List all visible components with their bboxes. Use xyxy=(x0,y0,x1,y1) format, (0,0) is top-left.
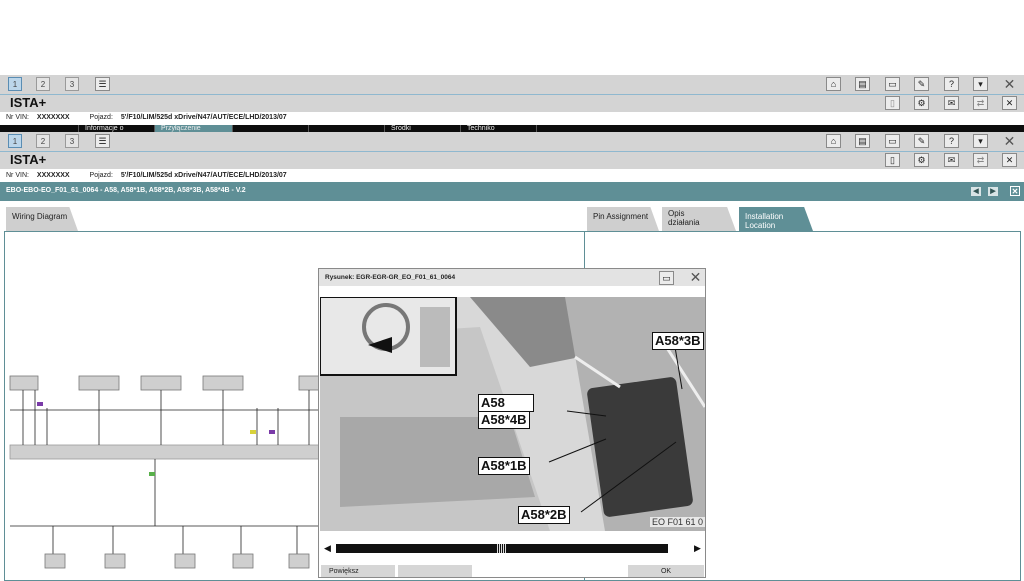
back-toolbar xyxy=(0,75,1024,94)
vin-label: Nr VIN: xyxy=(6,172,29,179)
back-tab-1[interactable]: 1 xyxy=(8,77,22,91)
dialog-close-icon[interactable]: ✕ xyxy=(688,270,703,284)
vehicle-label: Pojazd: xyxy=(89,114,113,121)
front-transfer-icon[interactable]: ⇄ xyxy=(973,153,988,167)
back-print-icon[interactable]: ▭ xyxy=(885,77,900,91)
tab-installation-location-label: Installation Location xyxy=(745,212,784,230)
front-mail-icon[interactable]: ✉ xyxy=(944,153,959,167)
front-dropdown-icon[interactable]: ▾ xyxy=(973,134,988,148)
back-overview-icon[interactable]: ▤ xyxy=(855,77,870,91)
vehicle-value: 5'/F10/LIM/525d xDrive/N47/AUT/ECE/LHD/2… xyxy=(120,172,287,179)
close-document-icon[interactable]: ✕ xyxy=(1010,186,1020,196)
back-wrench-icon[interactable]: ✎ xyxy=(914,77,929,91)
front-overview-icon[interactable]: ▤ xyxy=(855,134,870,148)
back-list-icon[interactable]: ☰ xyxy=(95,77,110,91)
back-vehicle-row: Nr VIN: XXXXXXX Pojazd: 5'/F10/LIM/525d … xyxy=(6,114,287,121)
front-wrench-icon[interactable]: ✎ xyxy=(914,134,929,148)
prev-document-icon[interactable]: ◀ xyxy=(971,187,981,196)
back-close-icon[interactable]: ✕ xyxy=(1002,77,1017,91)
front-close-icon[interactable]: ✕ xyxy=(1002,134,1017,148)
figure-image: A58*3B A58 A58*4B A58*1B A58*2B EO F01 6… xyxy=(320,297,705,531)
back-home-icon[interactable]: ⌂ xyxy=(826,77,841,91)
back-app-title: ISTA+ xyxy=(10,95,47,110)
back-title-bar xyxy=(0,95,1024,112)
document-title: EBO-EBO-EO_F01_61_0064 - A58, A58*1B, A5… xyxy=(6,187,246,194)
dialog-print-icon[interactable]: ▭ xyxy=(659,271,674,285)
tab-pin-assignment-label: Pin Assignment xyxy=(593,212,649,221)
document-header: EBO-EBO-EO_F01_61_0064 - A58, A58*1B, A5… xyxy=(0,182,1024,201)
dialog-title-bar: Rysunek: EGR-EGR-GR_EO_F01_61_0064 xyxy=(319,269,705,286)
dialog-title: Rysunek: EGR-EGR-GR_EO_F01_61_0064 xyxy=(325,274,456,281)
back-transfer-icon[interactable]: ⇄ xyxy=(973,96,988,110)
front-tab-1[interactable]: 1 xyxy=(8,134,22,148)
scroll-left-icon[interactable]: ◀ xyxy=(324,543,331,554)
back-document-icon[interactable]: ▯ xyxy=(885,96,900,110)
front-tab-3[interactable]: 3 xyxy=(65,134,79,148)
back-tab-2[interactable]: 2 xyxy=(36,77,50,91)
next-document-icon[interactable]: ▶ xyxy=(988,187,998,196)
callout-a58-2b: A58*2B xyxy=(518,506,570,524)
callout-a58-4b: A58*4B xyxy=(478,411,530,429)
front-title-bar xyxy=(0,152,1024,169)
tab-installation-location[interactable]: Installation Location xyxy=(739,207,813,231)
scroll-right-icon[interactable]: ▶ xyxy=(694,543,701,554)
vin-value: XXXXXXX xyxy=(36,114,70,121)
tab-pin-assignment[interactable]: Pin Assignment xyxy=(587,207,659,231)
front-toolbar xyxy=(0,132,1024,151)
back-dropdown-icon[interactable]: ▾ xyxy=(973,77,988,91)
secondary-button[interactable] xyxy=(398,565,472,577)
back-help-icon[interactable]: ? xyxy=(944,77,959,91)
back-gear-icon[interactable]: ⚙ xyxy=(914,96,929,110)
figure-code: EO F01 61 0 xyxy=(649,517,705,527)
front-home-icon[interactable]: ⌂ xyxy=(826,134,841,148)
front-help-icon[interactable]: ? xyxy=(944,134,959,148)
tab-wiring-diagram[interactable]: Wiring Diagram xyxy=(6,207,78,231)
front-print-icon[interactable]: ▭ xyxy=(885,134,900,148)
front-close-icon-2[interactable]: ✕ xyxy=(1002,153,1017,167)
tab-function-description-label: Opis działania xyxy=(668,209,700,227)
back-close-icon-2[interactable]: ✕ xyxy=(1002,96,1017,110)
tab-function-description[interactable]: Opis działania xyxy=(662,207,736,231)
front-tab-2[interactable]: 2 xyxy=(36,134,50,148)
vin-label: Nr VIN: xyxy=(6,114,29,121)
scrollbar-thumb-grip[interactable] xyxy=(496,544,506,553)
callout-a58-3b: A58*3B xyxy=(652,332,704,350)
front-document-icon[interactable]: ▯ xyxy=(885,153,900,167)
scrollbar-track[interactable] xyxy=(336,544,668,553)
zoom-button[interactable]: Powiększ xyxy=(321,565,395,577)
callout-a58: A58 xyxy=(478,394,534,412)
vehicle-label: Pojazd: xyxy=(89,172,113,179)
horizontal-scrollbar[interactable]: ◀ ▶ xyxy=(320,541,705,555)
tab-wiring-diagram-label: Wiring Diagram xyxy=(12,212,68,221)
back-tab-3[interactable]: 3 xyxy=(65,77,79,91)
front-gear-icon[interactable]: ⚙ xyxy=(914,153,929,167)
front-app-title: ISTA+ xyxy=(10,152,47,167)
figure-dialog: Rysunek: EGR-EGR-GR_EO_F01_61_0064 ▭ ✕ A… xyxy=(318,268,706,578)
ok-button[interactable]: OK xyxy=(628,565,704,577)
vehicle-value: 5'/F10/LIM/525d xDrive/N47/AUT/ECE/LHD/2… xyxy=(120,114,287,121)
front-list-icon[interactable]: ☰ xyxy=(95,134,110,148)
back-mail-icon[interactable]: ✉ xyxy=(944,96,959,110)
callout-a58-1b: A58*1B xyxy=(478,457,530,475)
vin-value: XXXXXXX xyxy=(36,172,70,179)
front-vehicle-row: Nr VIN: XXXXXXX Pojazd: 5'/F10/LIM/525d … xyxy=(6,172,287,179)
